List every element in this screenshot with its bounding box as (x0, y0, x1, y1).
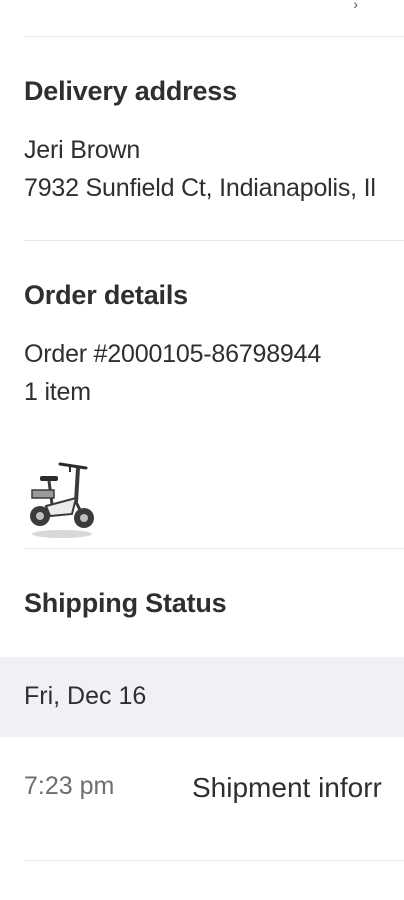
delivery-address-title: Delivery address (24, 76, 237, 106)
electric-bike-icon (30, 462, 94, 538)
recipient-name: Jeri Brown (24, 136, 141, 164)
shipping-date-header: Fri, Dec 16 (0, 657, 404, 737)
order-number: Order #2000105-86798944 (24, 340, 322, 368)
divider (24, 240, 404, 241)
street-address: 7932 Sunfield Ct, Indianapolis, Il (24, 174, 376, 202)
chevron-right-icon: › (353, 0, 358, 12)
order-details-title: Order details (24, 280, 188, 310)
divider (24, 860, 404, 861)
divider (24, 36, 404, 37)
event-description: Shipment inforr (192, 772, 382, 803)
divider (24, 548, 404, 549)
order-page: › Delivery address Jeri Brown 7932 Sunfi… (0, 0, 404, 900)
shipping-status-title: Shipping Status (24, 588, 227, 618)
shipping-date: Fri, Dec 16 (24, 682, 147, 710)
product-thumbnail[interactable] (26, 458, 98, 542)
item-count: 1 item (24, 378, 91, 406)
event-time: 7:23 pm (24, 772, 115, 800)
